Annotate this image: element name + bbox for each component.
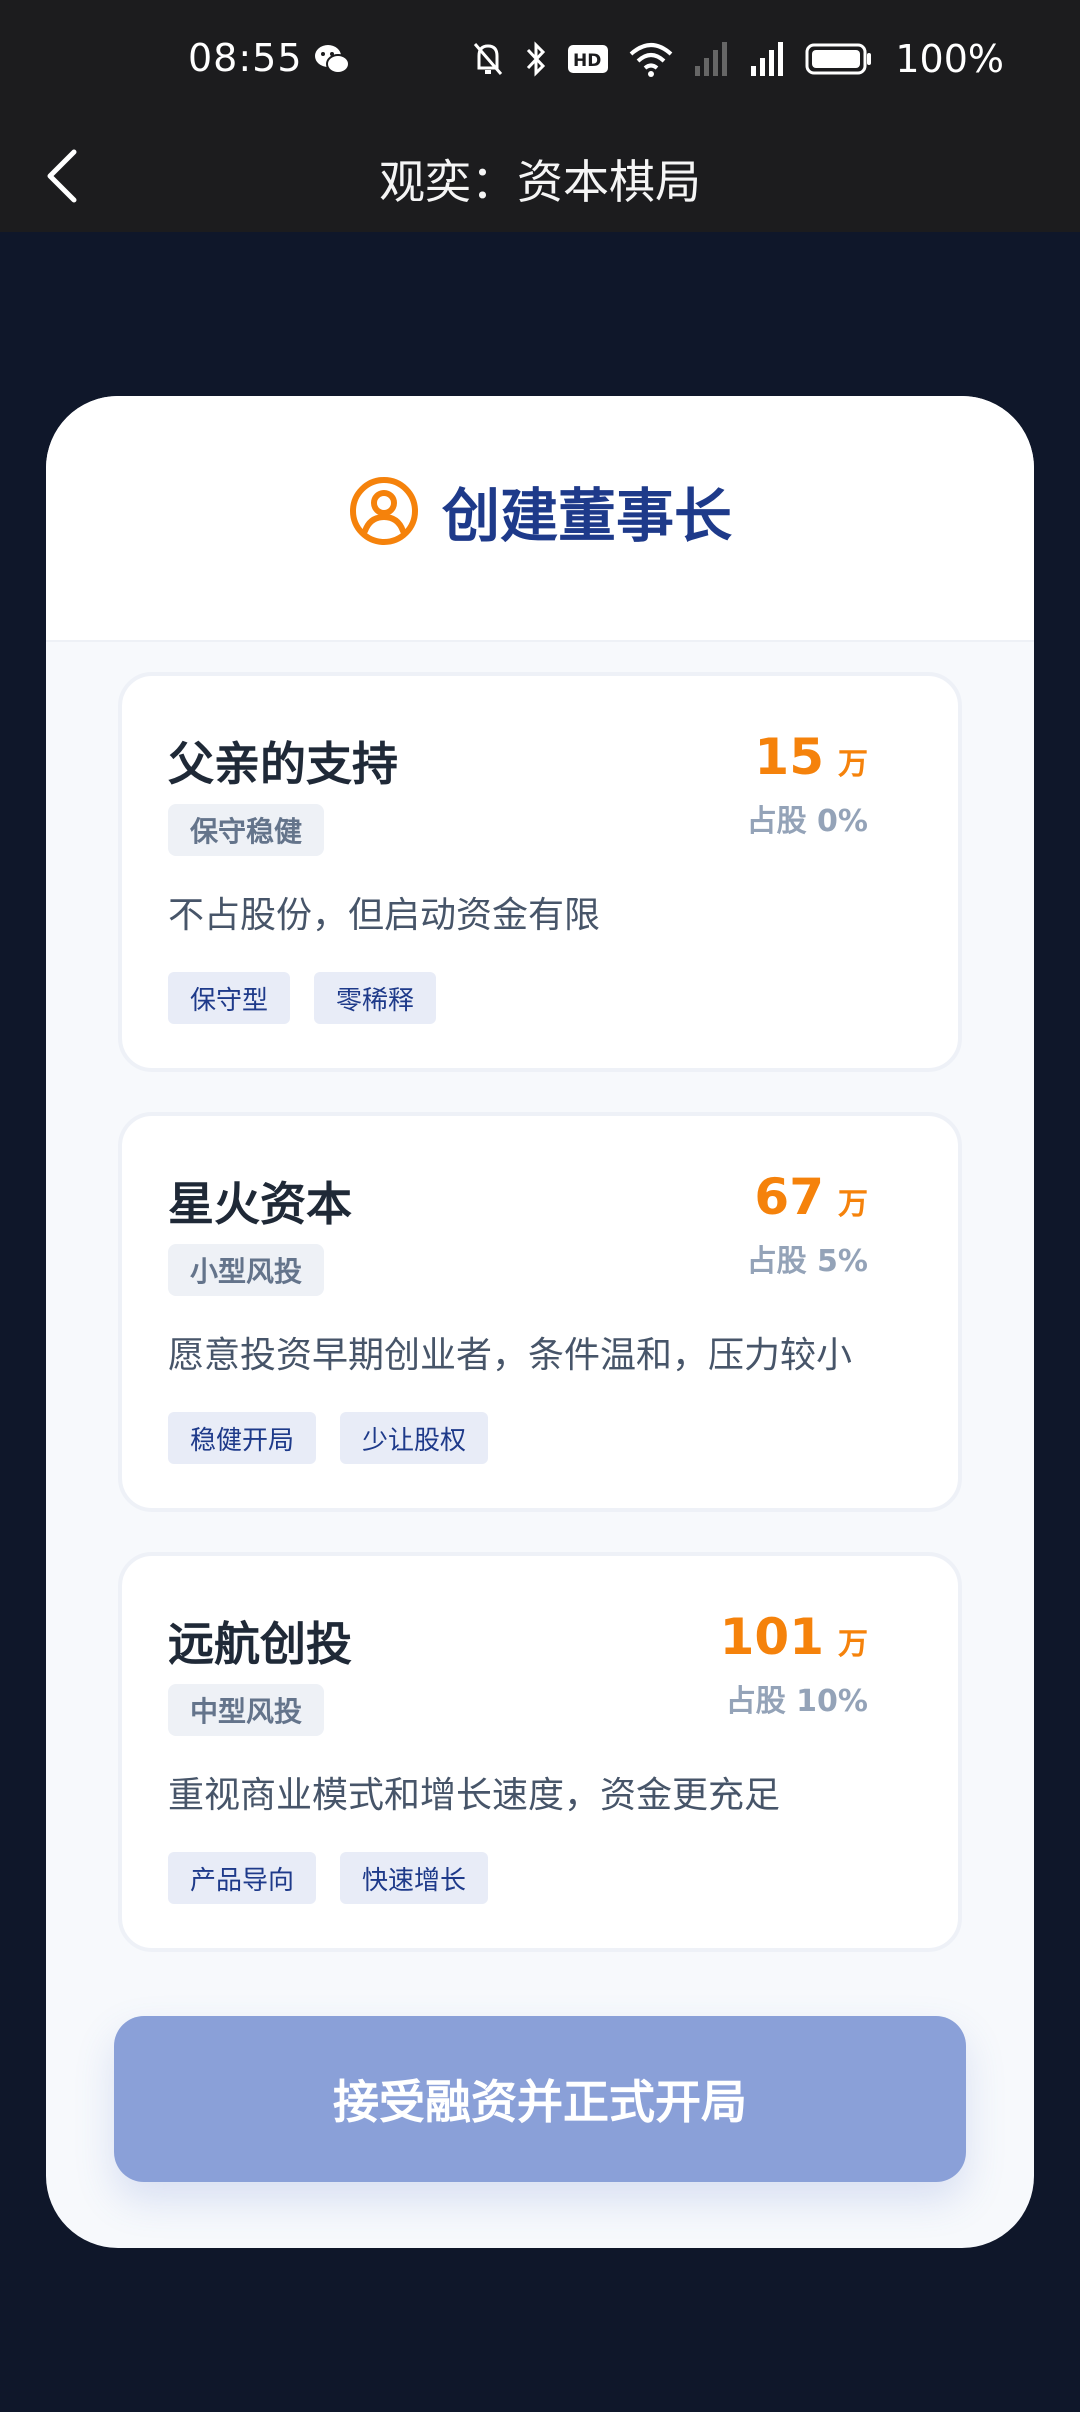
create-chairman-dialog: 创建董事长 父亲的支持 保守稳健 15 万 占股 0% 不占股份，但启动资金有限…: [46, 396, 1034, 2248]
amount-unit: 万: [838, 1627, 868, 1662]
amount-value: 67: [754, 1168, 824, 1226]
option-category-badge: 中型风投: [168, 1684, 325, 1736]
option-amount: 15 万: [754, 728, 868, 786]
amount-value: 101: [719, 1608, 824, 1666]
option-description: 重视商业模式和增长速度，资金更充足: [168, 1775, 781, 1816]
option-equity: 占股 5%: [746, 1244, 868, 1279]
wifi-icon: [630, 43, 673, 77]
funding-option-card[interactable]: 父亲的支持 保守稳健 15 万 占股 0% 不占股份，但启动资金有限 保守型 零…: [118, 672, 962, 1072]
option-category-badge: 保守稳健: [168, 804, 325, 856]
option-category-badge: 小型风投: [168, 1244, 325, 1296]
mute-icon: [474, 43, 503, 75]
battery-icon: [805, 43, 872, 75]
option-name: 远航创投: [168, 1617, 352, 1671]
funding-option-card[interactable]: 星火资本 小型风投 67 万 占股 5% 愿意投资早期创业者，条件温和，压力较小…: [118, 1112, 962, 1512]
funding-option-card[interactable]: 远航创投 中型风投 101 万 占股 10% 重视商业模式和增长速度，资金更充足…: [118, 1552, 962, 1952]
signal-icon: [695, 42, 728, 76]
option-tag: 稳健开局: [168, 1412, 317, 1464]
wechat-icon: [315, 45, 350, 74]
option-description: 愿意投资早期创业者，条件温和，压力较小: [168, 1335, 853, 1376]
amount-unit: 万: [838, 747, 868, 782]
option-description: 不占股份，但启动资金有限: [168, 895, 601, 936]
option-tag: 快速增长: [340, 1852, 489, 1904]
dialog-header: 创建董事长: [46, 396, 1034, 642]
option-tags: 稳健开局 少让股权: [168, 1412, 489, 1464]
nav-bar: 观奕：资本棋局: [0, 120, 1080, 232]
bluetooth-icon: [527, 41, 546, 77]
dialog-title-wrap: 创建董事长: [46, 470, 1034, 552]
amount-unit: 万: [838, 1187, 868, 1222]
option-equity: 占股 0%: [746, 804, 868, 839]
option-equity: 占股 10%: [725, 1684, 868, 1719]
option-tag: 产品导向: [168, 1852, 317, 1904]
option-tags: 产品导向 快速增长: [168, 1852, 489, 1904]
option-tag: 少让股权: [340, 1412, 489, 1464]
svg-text:HD: HD: [573, 51, 601, 71]
amount-value: 15: [754, 728, 824, 786]
signal-5g-icon: [751, 42, 784, 76]
status-time: 08:55: [188, 36, 303, 80]
hd-icon: HD: [568, 45, 609, 73]
option-amount: 101 万: [720, 1608, 868, 1666]
accept-funding-button[interactable]: 接受融资并正式开局: [114, 2016, 966, 2182]
option-tags: 保守型 零稀释: [168, 972, 437, 1024]
option-name: 父亲的支持: [168, 737, 398, 791]
option-tag: 保守型: [168, 972, 291, 1024]
status-bar: 08:55 HD 100%: [0, 0, 1080, 120]
status-icons: HD 100%: [471, 34, 1004, 84]
page-title: 观奕：资本棋局: [379, 155, 701, 209]
dialog-title: 创建董事长: [441, 482, 732, 550]
option-amount: 67 万: [754, 1168, 868, 1226]
option-name: 星火资本: [168, 1177, 352, 1231]
option-tag: 零稀释: [314, 972, 437, 1024]
user-circle-icon: [349, 477, 418, 545]
battery-percentage: 100%: [895, 37, 1004, 81]
